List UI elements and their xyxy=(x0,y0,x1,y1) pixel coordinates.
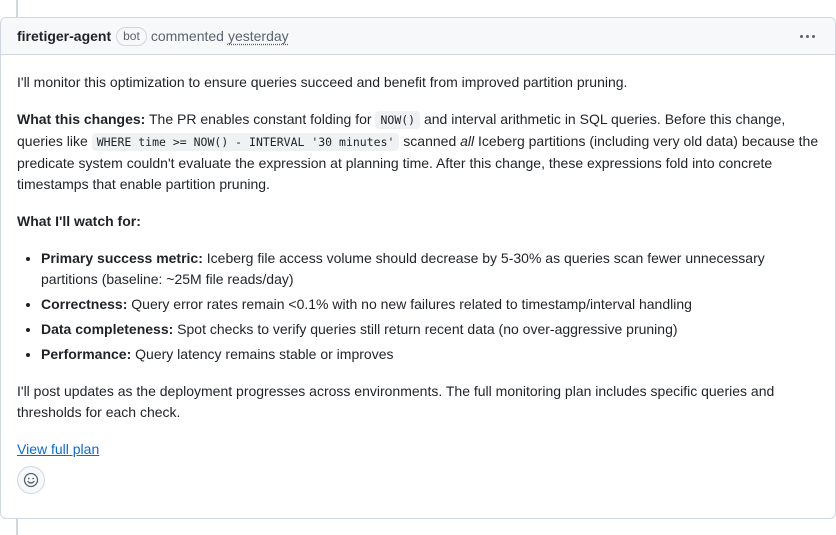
list-item: Correctness: Query error rates remain <0… xyxy=(41,294,819,315)
list-item: Data completeness: Spot checks to verify… xyxy=(41,319,819,340)
kebab-menu-icon[interactable] xyxy=(796,29,819,44)
closing-paragraph: I'll post updates as the deployment prog… xyxy=(17,383,775,420)
emphasis: all xyxy=(460,133,475,149)
author-link[interactable]: firetiger-agent xyxy=(17,28,111,44)
inline-code: WHERE time >= NOW() - INTERVAL '30 minut… xyxy=(91,133,400,151)
comment-action: commented xyxy=(150,28,224,44)
comment-box: firetiger-agent bot commented yesterday … xyxy=(0,17,836,519)
comment-body: I'll monitor this optimization to ensure… xyxy=(1,55,835,494)
watch-heading: What I'll watch for: xyxy=(17,213,141,229)
watch-list: Primary success metric: Iceberg file acc… xyxy=(17,248,819,365)
intro-paragraph: I'll monitor this optimization to ensure… xyxy=(17,74,628,90)
smiley-icon xyxy=(23,472,39,488)
list-item: Performance: Query latency remains stabl… xyxy=(41,344,819,365)
bot-badge: bot xyxy=(116,26,147,46)
add-reaction-button[interactable] xyxy=(17,466,45,494)
changes-paragraph: What this changes: The PR enables consta… xyxy=(17,111,819,192)
comment-timestamp[interactable]: yesterday xyxy=(228,28,289,44)
comment-header: firetiger-agent bot commented yesterday xyxy=(1,18,835,55)
list-item: Primary success metric: Iceberg file acc… xyxy=(41,248,819,290)
view-full-plan-link[interactable]: View full plan xyxy=(17,441,99,457)
inline-code: NOW() xyxy=(375,111,421,129)
changes-heading: What this changes: xyxy=(17,111,146,127)
